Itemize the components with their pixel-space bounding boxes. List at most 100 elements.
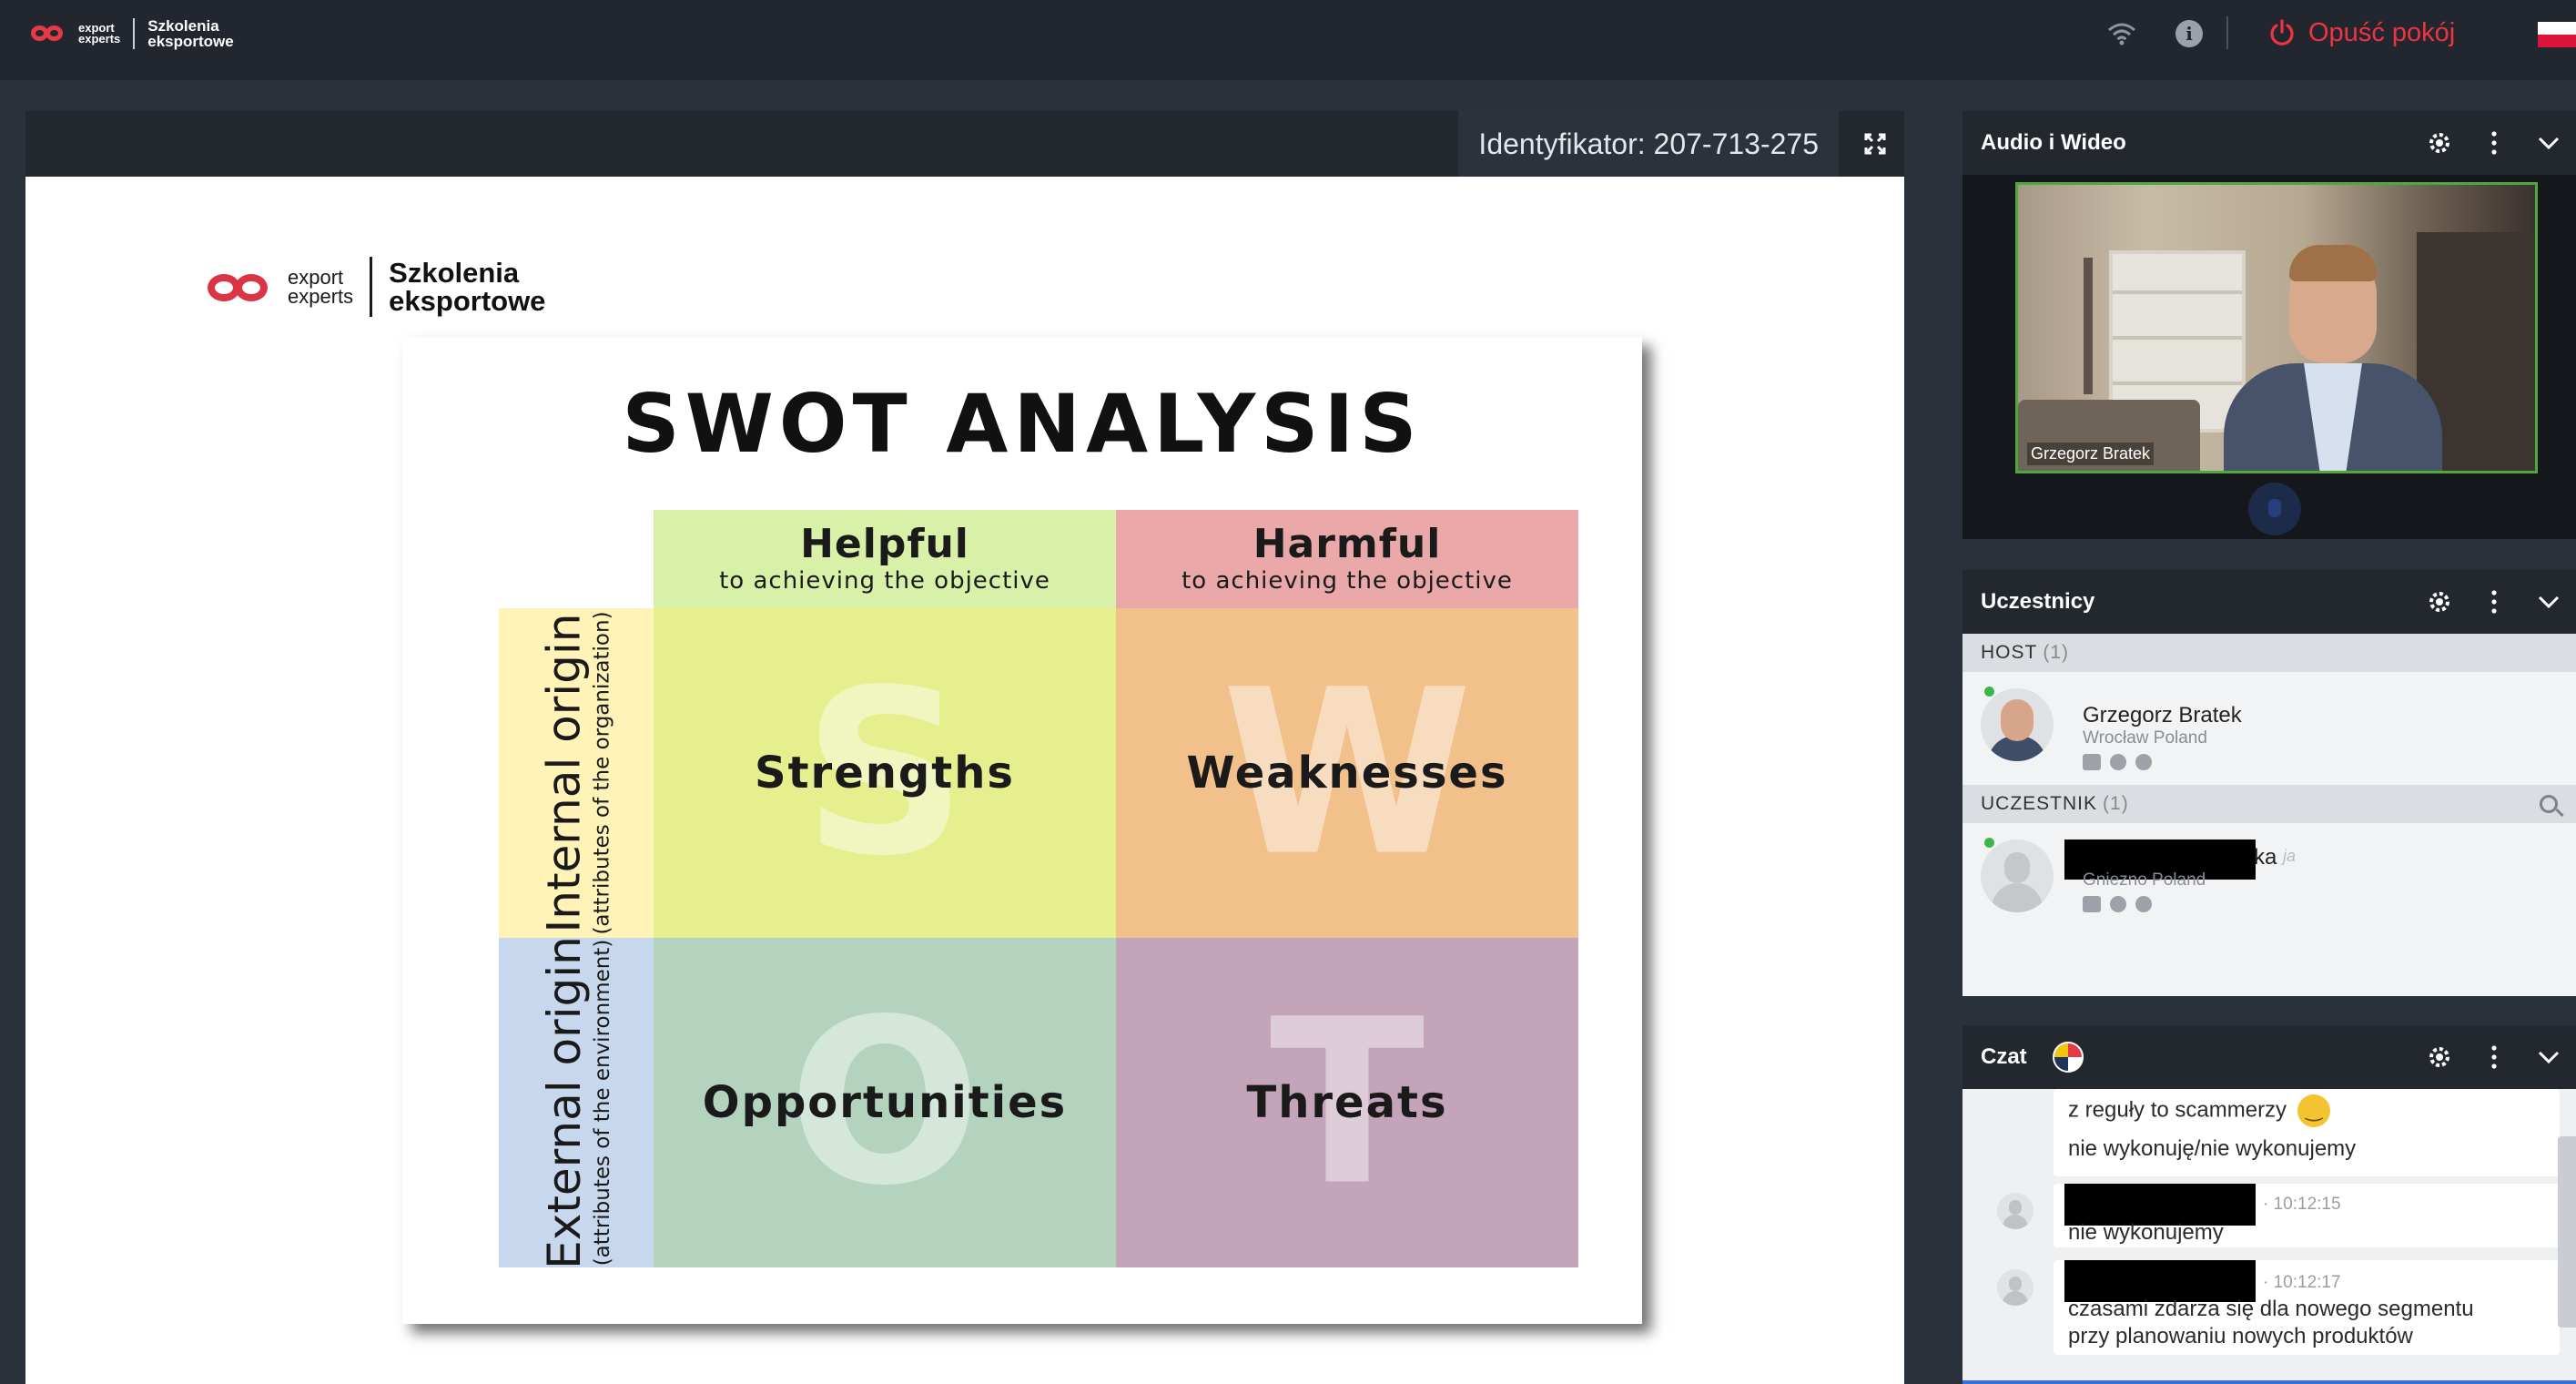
slide-logo-small-text: export experts [288, 266, 354, 308]
speaker-hair [2289, 245, 2377, 281]
harmful-header: Harmful to achieving the objective [1116, 510, 1578, 608]
host-location: Wrocław Poland [2083, 728, 2207, 748]
raise-hand-button[interactable] [2248, 483, 2301, 535]
video-lamp [2084, 258, 2093, 394]
more-vertical-icon[interactable] [2467, 1025, 2521, 1089]
swot-diagram: SWOT ANALYSIS Helpful to achieving the o… [402, 337, 1642, 1324]
avatar [1997, 1193, 2033, 1229]
online-status-dot [1984, 838, 1994, 848]
avatar [1981, 688, 2054, 761]
brand-small-line-2: experts [78, 32, 121, 46]
online-status-dot [1984, 687, 1994, 697]
top-bar: export experts Szkolenia eksportowe i Op… [0, 0, 2576, 80]
chat-message: · 10:12:17 czasami zdarza się dla nowego… [2054, 1260, 2560, 1355]
more-vertical-icon[interactable] [2467, 570, 2521, 634]
chat-time-value: 10:12:17 [2273, 1273, 2341, 1292]
slide-logo-small-line-1: export [288, 266, 344, 289]
avatar [1981, 840, 2054, 912]
wifi-icon[interactable] [2106, 20, 2137, 47]
leave-room-button[interactable]: Opuść pokój [2268, 15, 2455, 51]
gear-icon[interactable] [2412, 570, 2467, 634]
slide-logo: export experts Szkolenia eksportowe [208, 257, 545, 317]
audio-video-title: Audio i Wideo [1981, 130, 2126, 155]
top-bar-divider [2226, 16, 2228, 49]
external-origin-header: External origin (attributes of the envir… [499, 938, 654, 1267]
strengths-label: Strengths [755, 748, 1015, 799]
participant-row-attendee[interactable]: ka ja Gniezno Poland [1962, 823, 2576, 936]
weaknesses-quadrant: W Weaknesses [1116, 608, 1578, 938]
swot-title: SWOT ANALYSIS [622, 377, 1423, 471]
helpful-sublabel: to achieving the objective [719, 567, 1050, 595]
hand-icon [2268, 499, 2281, 517]
speaker-figure [2224, 239, 2442, 471]
chevron-down-icon[interactable] [2521, 570, 2576, 634]
chat-panel-controls [2412, 1025, 2576, 1089]
external-origin-text: External origin (attributes of the envir… [538, 938, 614, 1267]
audio-video-panel-controls [2412, 111, 2576, 175]
chat-message-text: z reguły to scammerzy [2068, 1097, 2287, 1123]
slide-logo-bold-text: Szkolenia eksportowe [389, 259, 545, 315]
leave-room-label: Opuść pokój [2308, 17, 2456, 47]
chevron-down-icon[interactable] [2521, 111, 2576, 175]
host-name: Grzegorz Bratek [2083, 703, 2242, 728]
chat-message-line-1: z reguły to scammerzy [2068, 1094, 2331, 1127]
slide-logo-small-line-2: experts [288, 285, 354, 308]
participant-row-host[interactable]: Grzegorz Bratek Wrocław Poland [1962, 672, 2576, 785]
participants-list: HOST (1) Grzegorz Bratek Wrocław Poland … [1962, 634, 2576, 996]
slide-logo-bold-line-2: eksportowe [389, 285, 546, 317]
self-tag: ja [2283, 847, 2297, 865]
host-section-header: HOST (1) [1962, 634, 2576, 672]
strengths-quadrant: S Strengths [654, 608, 1116, 938]
harmful-label: Harmful [1253, 521, 1442, 567]
opportunities-label: Opportunities [702, 1077, 1068, 1128]
external-origin-sublabel: (attributes of the environment) [591, 939, 615, 1267]
chat-messages: z reguły to scammerzy nie wykonuję/nie w… [1962, 1089, 2576, 1384]
apple-icon [2110, 896, 2126, 912]
brand-small-text: export experts [78, 22, 121, 46]
attendee-device-icons [2083, 896, 2152, 912]
participants-panel-header: Uczestnicy [1962, 570, 2576, 634]
chat-message-line-1: czasami zdarza się dla nowego segmentu [2068, 1297, 2474, 1321]
chat-message-line-2: przy planowaniu nowych produktów [2068, 1324, 2413, 1348]
external-origin-label: External origin [538, 938, 592, 1267]
chevron-down-icon[interactable] [2521, 1025, 2576, 1089]
attendee-section-header: UCZESTNIK (1) [1962, 785, 2576, 823]
threats-label: Threats [1246, 1077, 1448, 1128]
smiley-emoji-icon [2297, 1094, 2331, 1127]
browser-icon [2135, 754, 2152, 770]
presentation-slide: export experts Szkolenia eksportowe SWOT… [25, 177, 1904, 1384]
power-icon [2270, 19, 2294, 46]
poland-flag-icon[interactable] [2538, 22, 2576, 47]
helpful-label: Helpful [800, 521, 969, 567]
chat-message-line-2: nie wykonuję/nie wykonujemy [2068, 1136, 2357, 1161]
laptop-icon [2083, 896, 2101, 912]
participants-panel-controls [2412, 570, 2576, 634]
info-icon[interactable]: i [2175, 20, 2203, 47]
gear-icon[interactable] [2412, 111, 2467, 175]
search-icon[interactable] [2540, 795, 2558, 813]
internal-origin-label: Internal origin [538, 613, 592, 933]
audio-video-panel-header: Audio i Wideo [1962, 111, 2576, 175]
chat-message-time: · 10:12:15 [2263, 1195, 2341, 1214]
attendee-section-label: UCZESTNIK [1981, 793, 2098, 814]
attendee-name-suffix: ka [2254, 845, 2277, 870]
chat-input-divider [1962, 1380, 2576, 1384]
host-section-count: (1) [2043, 642, 2070, 663]
speaker-name-label: Grzegorz Bratek [2027, 443, 2155, 465]
laptop-icon [2083, 754, 2101, 770]
fullscreen-icon[interactable] [1861, 129, 1890, 158]
brand-divider [133, 18, 136, 49]
internal-origin-sublabel: (attributes of the organization) [591, 611, 615, 935]
gear-icon[interactable] [2412, 1025, 2467, 1089]
speaker-video-tile[interactable]: Grzegorz Bratek [2015, 182, 2538, 473]
internal-origin-header: Internal origin (attributes of the organ… [499, 608, 654, 938]
chat-scrollbar[interactable] [2558, 1136, 2576, 1328]
chat-time-value: 10:12:15 [2273, 1195, 2341, 1214]
harmful-sublabel: to achieving the objective [1182, 567, 1513, 595]
brand-bold-line-2: eksportowe [147, 33, 234, 50]
attendee-section-count: (1) [2103, 793, 2129, 814]
export-experts-logo-icon [31, 22, 66, 46]
avatar [1997, 1269, 2033, 1306]
chat-language-flag-icon[interactable] [2052, 1042, 2084, 1073]
more-vertical-icon[interactable] [2467, 111, 2521, 175]
